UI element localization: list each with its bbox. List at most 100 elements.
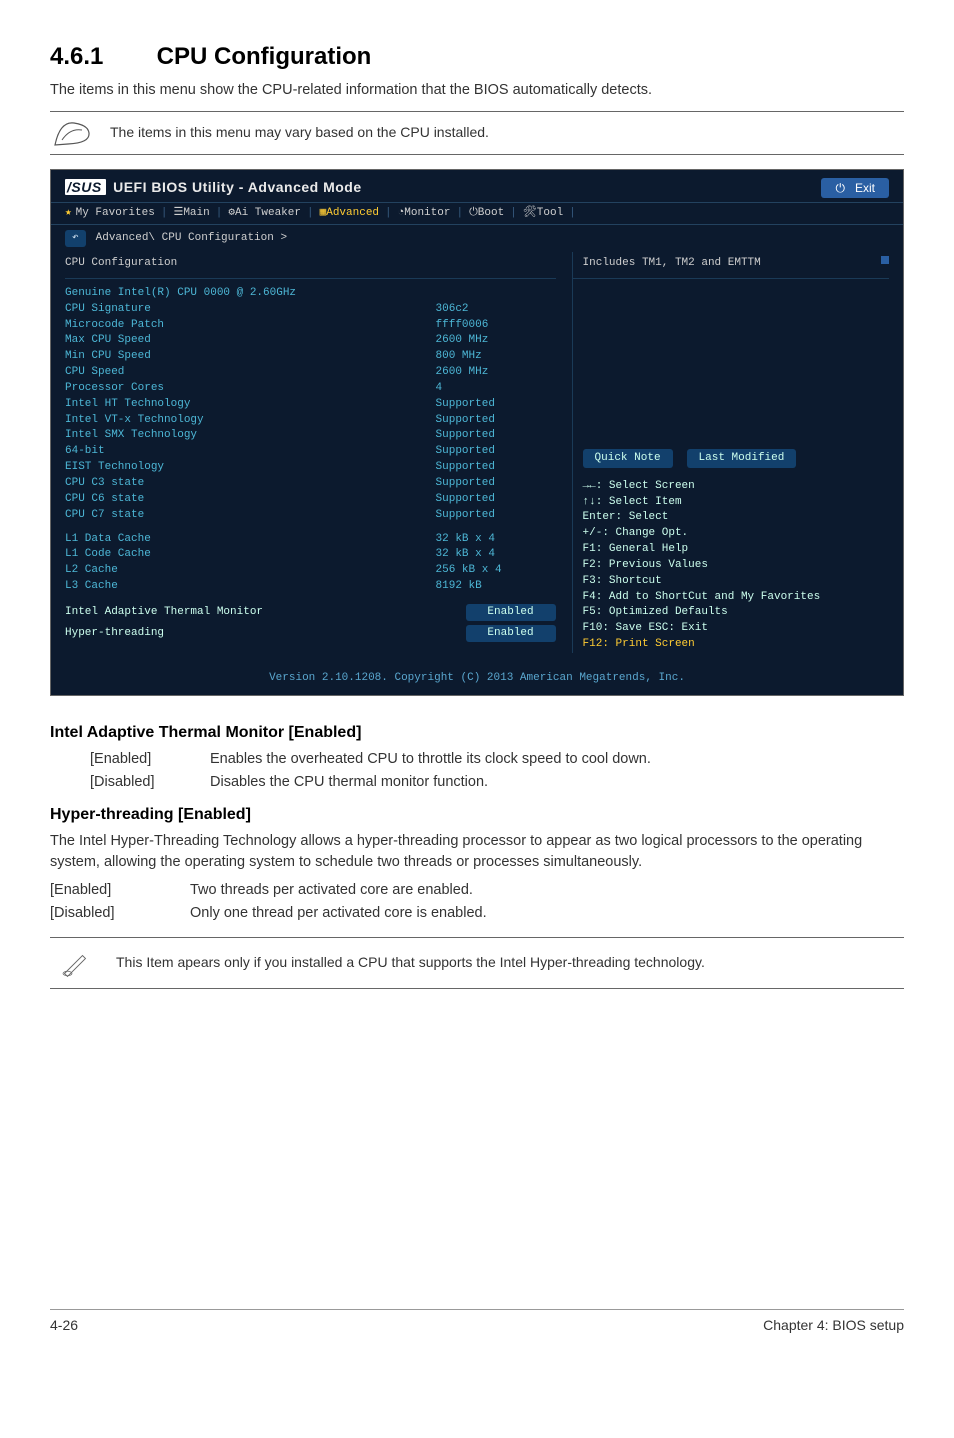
intro-text: The items in this menu show the CPU-rela… xyxy=(50,80,904,101)
brand-logo: /SUS xyxy=(65,179,106,195)
subheading-thermal: Intel Adaptive Thermal Monitor [Enabled] xyxy=(50,722,904,745)
info-row: Processor Cores4 xyxy=(65,380,556,396)
info-row: Genuine Intel(R) CPU 0000 @ 2.60GHz xyxy=(65,285,556,301)
info-row: 64-bitSupported xyxy=(65,444,556,460)
info-key: Intel SMX Technology xyxy=(65,428,197,443)
info-row: L3 Cache8192 kB xyxy=(65,579,556,595)
tab-tool[interactable]: Tool xyxy=(537,206,563,221)
definition-list: [Enabled] Two threads per activated core… xyxy=(50,880,904,923)
note-text: The items in this menu may vary based on… xyxy=(110,123,904,143)
scroll-indicator xyxy=(881,256,889,264)
info-key: CPU C6 state xyxy=(65,492,144,507)
definition-list: [Enabled] Enables the overheated CPU to … xyxy=(90,749,904,792)
definition-row: [Disabled] Only one thread per activated… xyxy=(50,903,904,924)
info-value: Supported xyxy=(436,397,556,412)
hint-line: +/-: Change Opt. xyxy=(583,526,889,542)
info-key: CPU Speed xyxy=(65,365,124,380)
info-key: Microcode Patch xyxy=(65,318,164,333)
info-key: Genuine Intel(R) CPU 0000 @ 2.60GHz xyxy=(65,286,296,301)
option-label: Intel Adaptive Thermal Monitor xyxy=(65,605,263,620)
tab-ai-tweaker[interactable]: Ai Tweaker xyxy=(235,206,301,221)
info-key: EIST Technology xyxy=(65,460,164,475)
bios-screenshot: /SUS UEFI BIOS Utility - Advanced Mode ⏻… xyxy=(50,169,904,697)
info-row: Intel VT-x Technology Supported xyxy=(65,412,556,428)
note-icon xyxy=(50,118,94,148)
body-text: The Intel Hyper-Threading Technology all… xyxy=(50,831,904,872)
option-value[interactable]: Enabled xyxy=(466,625,556,642)
info-value: Supported xyxy=(436,413,556,428)
info-key: Intel VT-x Technology xyxy=(65,413,204,428)
hint-line: F5: Optimized Defaults xyxy=(583,605,889,621)
info-value: ffff0006 xyxy=(436,318,556,333)
info-value: Supported xyxy=(436,444,556,459)
info-key: L1 Code Cache xyxy=(65,547,151,562)
breadcrumb-text: Advanced\ CPU Configuration > xyxy=(96,231,287,246)
info-row: CPU C6 state Supported xyxy=(65,491,556,507)
info-value: Supported xyxy=(436,508,556,523)
info-key: CPU Signature xyxy=(65,302,151,317)
def-term: [Enabled] xyxy=(50,880,190,901)
breadcrumb: ↶ Advanced\ CPU Configuration > xyxy=(51,225,903,252)
info-key: Min CPU Speed xyxy=(65,349,151,364)
exit-icon: ⏻ xyxy=(835,180,845,196)
pane-heading: CPU Configuration xyxy=(65,256,177,271)
option-row[interactable]: Intel Adaptive Thermal Monitor Enabled xyxy=(65,602,556,623)
star-icon: ★ xyxy=(65,206,72,221)
boot-icon: ⏻ xyxy=(469,206,478,221)
page-number: 4-26 xyxy=(50,1316,78,1336)
info-row: EIST Technology Supported xyxy=(65,460,556,476)
advanced-icon: ▦ xyxy=(320,206,327,221)
info-value: 4 xyxy=(436,381,556,396)
hint-line: F10: Save ESC: Exit xyxy=(583,621,889,637)
tab-main[interactable]: Main xyxy=(183,206,209,221)
pen-icon xyxy=(50,948,100,978)
note-text: This Item apears only if you installed a… xyxy=(116,953,904,973)
info-row: L1 Code Cache 32 kB x 4 xyxy=(65,547,556,563)
tab-boot[interactable]: Boot xyxy=(478,206,504,221)
def-desc: Disables the CPU thermal monitor functio… xyxy=(210,772,904,793)
info-row: Intel HT Technology Supported xyxy=(65,396,556,412)
info-row: CPU C7 state Supported xyxy=(65,507,556,523)
quick-note-button[interactable]: Quick Note xyxy=(583,449,673,468)
page-footer: 4-26 Chapter 4: BIOS setup xyxy=(50,1309,904,1336)
last-modified-button[interactable]: Last Modified xyxy=(687,449,797,468)
info-value: Supported xyxy=(436,492,556,507)
tab-monitor[interactable]: Monitor xyxy=(404,206,450,221)
info-row: Max CPU Speed 2600 MHz xyxy=(65,333,556,349)
definition-row: [Enabled] Enables the overheated CPU to … xyxy=(90,749,904,770)
info-value: 8192 kB xyxy=(436,579,556,594)
hint-line: F3: Shortcut xyxy=(583,573,889,589)
info-value: Supported xyxy=(436,428,556,443)
back-button[interactable]: ↶ xyxy=(65,230,86,247)
tab-advanced[interactable]: Advanced xyxy=(326,206,379,221)
definition-row: [Disabled] Disables the CPU thermal moni… xyxy=(90,772,904,793)
info-key: CPU C7 state xyxy=(65,508,144,523)
hint-line: F1: General Help xyxy=(583,542,889,558)
help-text: Includes TM1, TM2 and EMTTM xyxy=(583,257,761,269)
exit-button[interactable]: ⏻ Exit xyxy=(821,178,889,198)
info-value: 256 kB x 4 xyxy=(436,563,556,578)
option-value[interactable]: Enabled xyxy=(466,604,556,621)
info-key: Intel HT Technology xyxy=(65,397,190,412)
bios-left-pane: CPU Configuration Genuine Intel(R) CPU 0… xyxy=(65,252,556,653)
option-row[interactable]: Hyper-threadingEnabled xyxy=(65,623,556,644)
bios-title: UEFI BIOS Utility - Advanced Mode xyxy=(113,179,362,195)
def-desc: Enables the overheated CPU to throttle i… xyxy=(210,749,904,770)
info-value xyxy=(436,286,556,301)
hint-line: ↑↓: Select Item xyxy=(583,494,889,510)
def-term: [Disabled] xyxy=(90,772,210,793)
info-row: CPU C3 stateSupported xyxy=(65,476,556,492)
hint-line: Enter: Select xyxy=(583,510,889,526)
info-value: 2600 MHz xyxy=(436,333,556,348)
tweaker-icon: ⚙ xyxy=(228,206,235,221)
chapter-title: Chapter 4: BIOS setup xyxy=(763,1316,904,1336)
tool-icon: 🛠 xyxy=(523,206,537,221)
info-key: Max CPU Speed xyxy=(65,333,151,348)
section-title-text: CPU Configuration xyxy=(157,43,372,70)
info-value: 32 kB x 4 xyxy=(436,547,556,562)
tab-favorites[interactable]: My Favorites xyxy=(76,206,155,221)
info-value: 306c2 xyxy=(436,302,556,317)
info-value: Supported xyxy=(436,460,556,475)
info-key: CPU C3 state xyxy=(65,476,144,491)
note-callout: This Item apears only if you installed a… xyxy=(50,937,904,989)
